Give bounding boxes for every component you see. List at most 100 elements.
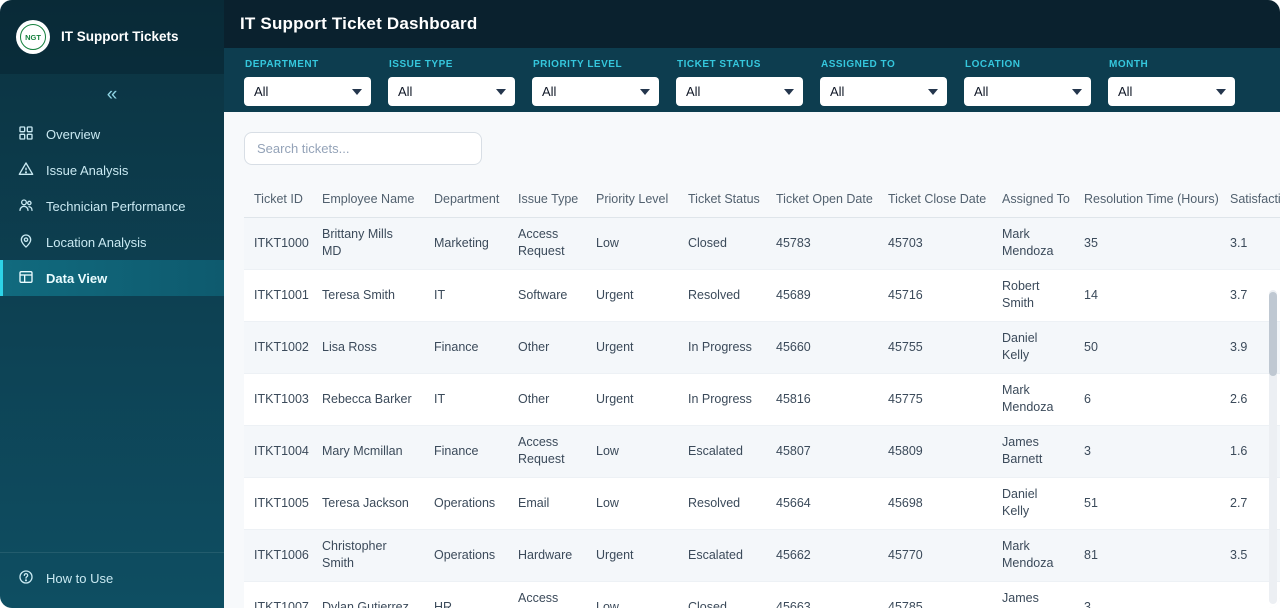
app-window: NGT IT Support Tickets « Overview Issue … (0, 0, 1280, 608)
sidebar-item-overview[interactable]: Overview (0, 116, 224, 152)
sidebar-item-issue-analysis[interactable]: Issue Analysis (0, 152, 224, 188)
filter-department-select[interactable]: All (244, 77, 371, 106)
filter-ticket-status-select[interactable]: All (676, 77, 803, 106)
table-cell: Brittany Mills MD (322, 227, 393, 258)
table-cell: In Progress (688, 339, 752, 354)
table-cell: Christopher Smith (322, 539, 387, 570)
selected-value: All (830, 84, 845, 99)
column-header: Resolution Time (Hours) (1084, 191, 1219, 206)
table-cell: ITKT1007 (254, 599, 309, 608)
table-icon (18, 269, 34, 288)
filter-label: MONTH (1109, 59, 1149, 70)
table-cell: ITKT1000 (254, 235, 309, 250)
sidebar-item-label: Issue Analysis (46, 162, 129, 178)
sidebar-collapse-button[interactable]: « (0, 74, 224, 116)
table-cell: In Progress (688, 391, 752, 406)
selected-value: All (974, 84, 989, 99)
column-header: Ticket Close Date (888, 191, 987, 206)
sidebar-header: NGT IT Support Tickets (0, 0, 224, 74)
table-cell: Urgent (596, 391, 634, 406)
table-cell: ITKT1001 (254, 287, 309, 302)
selected-value: All (398, 84, 413, 99)
table-cell: James Barnett (1002, 591, 1039, 606)
table-cell: 14 (1084, 287, 1098, 302)
selected-value: All (542, 84, 557, 99)
column-header: Issue Type (518, 191, 579, 206)
table-cell: 45783 (776, 235, 811, 250)
table-cell: Urgent (596, 547, 634, 562)
table-cell: Low (596, 443, 619, 458)
scrollbar-thumb[interactable] (1269, 292, 1277, 376)
main-area: IT Support Ticket Dashboard DEPARTMENT A… (224, 0, 1280, 608)
table-row: ITKT1004 Mary Mcmillan Finance Access Reque… (244, 425, 1280, 477)
table-cell: IT (434, 391, 446, 406)
table-cell: Mark Mendoza (1002, 383, 1054, 414)
filter-ticket-status: TICKET STATUS All (676, 57, 803, 112)
filter-assigned-to: ASSIGNED TO All (820, 57, 947, 112)
sidebar-item-location-analysis[interactable]: Location Analysis (0, 224, 224, 260)
column-header: Ticket Status (688, 191, 760, 206)
content-area: Ticket ID Employee Name Department Issue Ty… (224, 112, 1280, 608)
sidebar-item-label: How to Use (46, 571, 114, 586)
table-cell: Hardware (518, 547, 573, 562)
table-cell: 6 (1084, 391, 1091, 406)
filter-label: ISSUE TYPE (389, 59, 453, 70)
filter-location-select[interactable]: All (964, 77, 1091, 106)
table-cell: 45698 (888, 495, 923, 510)
table-cell: 45663 (776, 599, 811, 608)
table-cell: Rebecca Barker (322, 391, 412, 406)
table-cell: ITKT1005 (254, 495, 309, 510)
table-row: ITKT1002 Lisa Ross Finance Other Urgent In Pr… (244, 321, 1280, 373)
selected-value: All (1118, 84, 1133, 99)
column-header: Department (434, 191, 500, 206)
table-cell: Software (518, 287, 568, 302)
table-cell: Escalated (688, 547, 743, 562)
table-cell: Other (518, 391, 550, 406)
table-cell: Daniel Kelly (1002, 487, 1038, 518)
table-cell: 45689 (776, 287, 811, 302)
table-row: ITKT1003 Rebecca Barker IT Other Urgent In Pr… (244, 373, 1280, 425)
table-cell: Marketing (434, 235, 489, 250)
sidebar-item-data-view[interactable]: Data View (0, 260, 224, 296)
filter-month-select[interactable]: All (1108, 77, 1235, 106)
selected-value: All (254, 84, 269, 99)
table-cell: Access Request (518, 591, 559, 606)
filter-assigned-to-select[interactable]: All (820, 77, 947, 106)
chevron-down-icon (352, 88, 362, 95)
table-cell: 45809 (888, 443, 923, 458)
grid-icon (18, 125, 34, 144)
filter-location: LOCATION All (964, 57, 1091, 112)
table-cell: Other (518, 339, 550, 354)
sidebar: NGT IT Support Tickets « Overview Issue … (0, 0, 224, 608)
filter-label: TICKET STATUS (677, 59, 761, 70)
chevron-down-icon (1072, 88, 1082, 95)
chevron-down-icon (928, 88, 938, 95)
filter-issue-type-select[interactable]: All (388, 77, 515, 106)
table-cell: Access Request (518, 227, 565, 258)
table-cell: Robert Smith (1002, 279, 1040, 310)
sidebar-item-technician-performance[interactable]: Technician Performance (0, 188, 224, 224)
table-cell: Low (596, 235, 619, 250)
page-title: IT Support Ticket Dashboard (240, 14, 478, 33)
table-cell: Lisa Ross (322, 339, 377, 354)
table-cell: IT (434, 287, 446, 302)
table-cell: Mark Mendoza (1002, 539, 1054, 570)
filter-priority-level-select[interactable]: All (532, 77, 659, 106)
table-cell: 45770 (888, 547, 923, 562)
table-cell: 45775 (888, 391, 923, 406)
table-cell: Daniel Kelly (1002, 331, 1038, 362)
table-cell: 45664 (776, 495, 811, 510)
table-row: ITKT1005 Teresa Jackson Operations Email Low… (244, 477, 1280, 529)
table-cell: Escalated (688, 443, 743, 458)
table-cell: 51 (1084, 495, 1098, 510)
search-input[interactable] (244, 132, 482, 165)
chevron-down-icon (640, 88, 650, 95)
column-header: Priority Level (596, 191, 669, 206)
table-cell: Dylan Gutierrez (322, 599, 409, 608)
table-cell: Low (596, 599, 619, 608)
table-row: ITKT1000 Brittany Mills MD Marketing Access… (244, 217, 1280, 269)
table-cell: Mark Mendoza (1002, 227, 1054, 258)
sidebar-item-how-to-use[interactable]: How to Use (0, 552, 224, 608)
table-scrollbar[interactable] (1269, 290, 1277, 604)
column-header: Ticket Open Date (776, 191, 873, 206)
